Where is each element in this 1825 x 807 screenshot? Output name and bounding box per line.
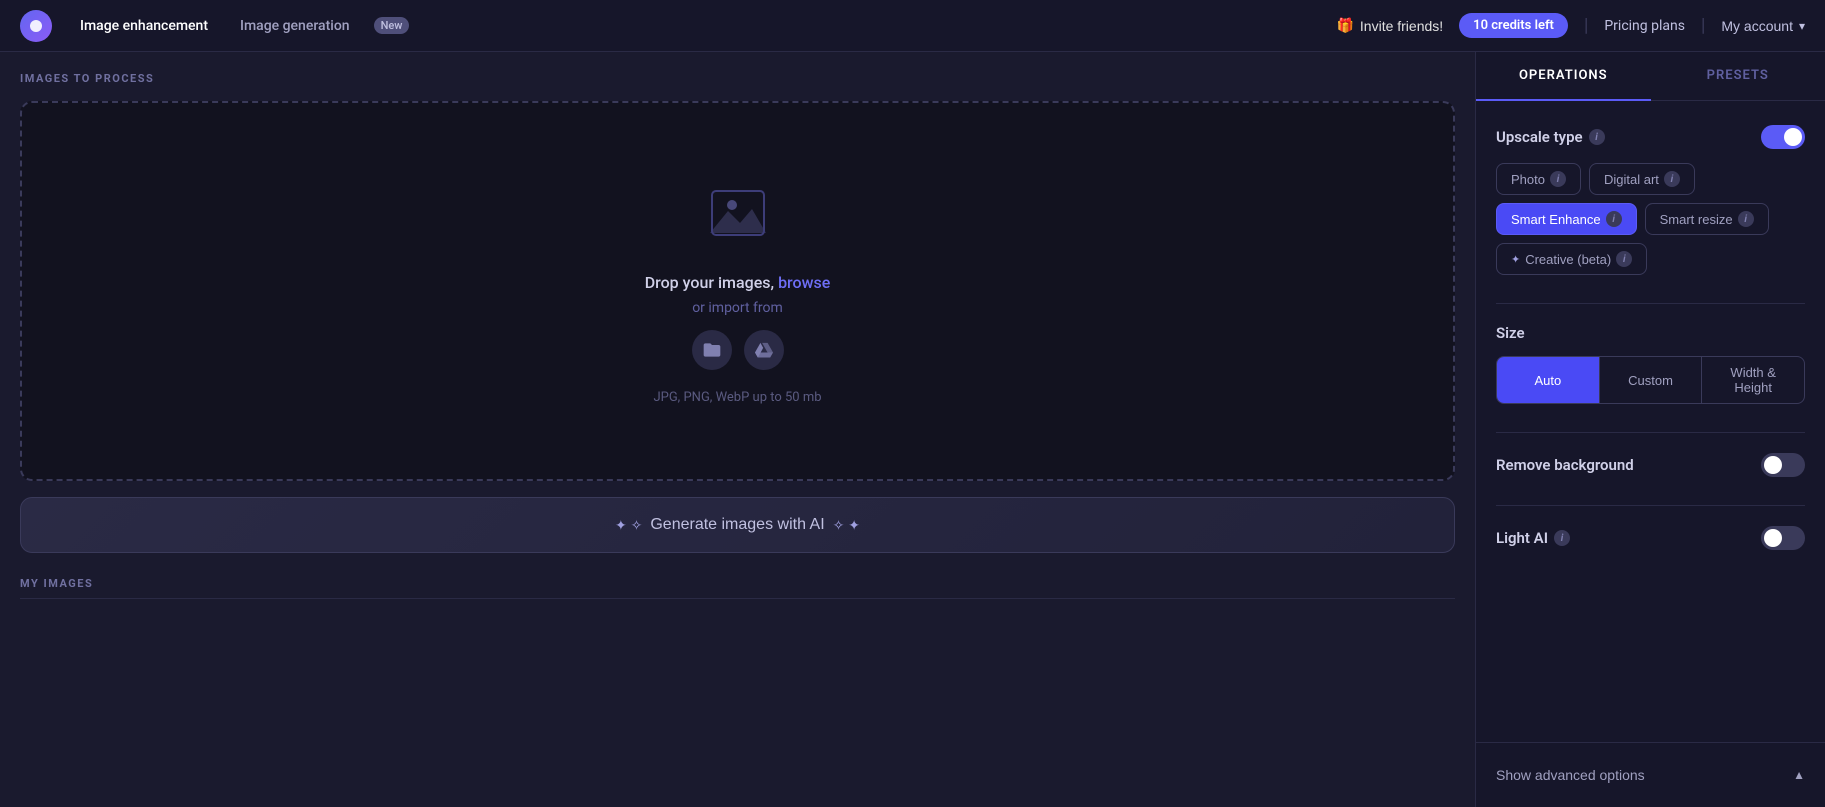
- panel-footer: Show advanced options ▲: [1476, 742, 1825, 807]
- import-drive-button[interactable]: [744, 330, 784, 370]
- pricing-link[interactable]: Pricing plans: [1604, 18, 1685, 34]
- import-folder-button[interactable]: [692, 330, 732, 370]
- upscale-type-toggle[interactable]: [1761, 125, 1805, 149]
- header: Image enhancement Image generation New 🎁…: [0, 0, 1825, 52]
- size-btn-custom[interactable]: Custom: [1599, 357, 1702, 403]
- photo-info-icon[interactable]: i: [1550, 171, 1566, 187]
- import-icons: [692, 330, 784, 370]
- header-right: 🎁 Invite friends! 10 credits left | Pric…: [1336, 13, 1805, 38]
- remove-background-header: Remove background: [1496, 453, 1805, 477]
- generate-label: Generate images with AI: [650, 516, 824, 534]
- tab-operations[interactable]: OPERATIONS: [1476, 52, 1651, 101]
- upscale-type-buttons: Photo i Digital art i Smart Enhance i Sm…: [1496, 163, 1805, 275]
- panel-tabs: OPERATIONS PRESETS: [1476, 52, 1825, 101]
- main-nav: Image enhancement Image generation New: [68, 12, 409, 40]
- remove-light-divider: [1496, 505, 1805, 506]
- type-btn-smart-enhance[interactable]: Smart Enhance i: [1496, 203, 1637, 235]
- left-panel: IMAGES TO PROCESS Drop your images, brow…: [0, 52, 1475, 807]
- my-images-title: MY IMAGES: [20, 577, 1455, 590]
- drop-image-icon: [702, 177, 774, 253]
- advanced-options-label: Show advanced options: [1496, 767, 1645, 783]
- photo-label: Photo: [1511, 172, 1545, 187]
- size-header: Size: [1496, 324, 1805, 342]
- nav-tab-image-generation[interactable]: Image generation: [228, 12, 362, 40]
- tab-presets[interactable]: PRESETS: [1651, 52, 1825, 101]
- upscale-type-label: Upscale type i: [1496, 128, 1605, 146]
- drop-zone[interactable]: Drop your images, browse or import from: [20, 101, 1455, 481]
- account-button[interactable]: My account ▾: [1721, 18, 1805, 34]
- account-label: My account: [1721, 18, 1793, 34]
- panel-content: Upscale type i Photo i Digital art i: [1476, 101, 1825, 742]
- invite-button[interactable]: 🎁 Invite friends!: [1336, 17, 1443, 34]
- creative-beta-label: Creative (beta): [1525, 252, 1611, 267]
- size-label: Size: [1496, 324, 1525, 342]
- chevron-down-icon: ▾: [1799, 19, 1805, 33]
- invite-emoji: 🎁: [1336, 17, 1353, 34]
- remove-background-section: Remove background: [1496, 453, 1805, 477]
- chevron-up-icon: ▲: [1793, 768, 1805, 782]
- sparkle-left-icon: ✦ ✧: [615, 517, 642, 534]
- sparkle-right-icon: ✧ ✦: [833, 517, 860, 534]
- browse-link[interactable]: browse: [778, 273, 830, 292]
- images-section-title: IMAGES TO PROCESS: [20, 72, 1455, 85]
- file-types-label: JPG, PNG, WebP up to 50 mb: [653, 390, 821, 405]
- remove-background-label: Remove background: [1496, 456, 1634, 474]
- light-ai-section: Light AI i: [1496, 526, 1805, 550]
- upscale-type-section: Upscale type i Photo i Digital art i: [1496, 125, 1805, 275]
- upscale-type-info-icon[interactable]: i: [1589, 129, 1605, 145]
- invite-label: Invite friends!: [1360, 18, 1443, 34]
- smart-resize-info-icon[interactable]: i: [1738, 211, 1754, 227]
- header-divider-2: |: [1701, 15, 1705, 36]
- type-btn-photo[interactable]: Photo i: [1496, 163, 1581, 195]
- new-badge: New: [374, 17, 410, 34]
- digital-art-info-icon[interactable]: i: [1664, 171, 1680, 187]
- credits-badge[interactable]: 10 credits left: [1459, 13, 1568, 38]
- creative-beta-info-icon[interactable]: i: [1616, 251, 1632, 267]
- digital-art-label: Digital art: [1604, 172, 1659, 187]
- remove-background-toggle[interactable]: [1761, 453, 1805, 477]
- logo: [20, 10, 52, 42]
- light-ai-info-icon[interactable]: i: [1554, 530, 1570, 546]
- type-btn-digital-art[interactable]: Digital art i: [1589, 163, 1695, 195]
- smart-enhance-label: Smart Enhance: [1511, 212, 1601, 227]
- smart-resize-label: Smart resize: [1660, 212, 1733, 227]
- right-panel: OPERATIONS PRESETS Upscale type i Photo …: [1475, 52, 1825, 807]
- size-btn-width-height[interactable]: Width & Height: [1701, 357, 1804, 403]
- generate-button[interactable]: ✦ ✧ Generate images with AI ✧ ✦: [20, 497, 1455, 553]
- import-text: or import from: [692, 300, 783, 316]
- upscale-size-divider: [1496, 303, 1805, 304]
- size-btn-auto[interactable]: Auto: [1497, 357, 1599, 403]
- logo-icon: [27, 17, 45, 35]
- advanced-options-button[interactable]: Show advanced options ▲: [1496, 759, 1805, 791]
- upscale-type-header: Upscale type i: [1496, 125, 1805, 149]
- light-ai-header: Light AI i: [1496, 526, 1805, 550]
- drop-text: Drop your images, browse: [645, 273, 831, 292]
- my-images-divider: [20, 598, 1455, 599]
- nav-tab-image-enhancement[interactable]: Image enhancement: [68, 12, 220, 40]
- type-btn-smart-resize[interactable]: Smart resize i: [1645, 203, 1769, 235]
- size-section: Size Auto Custom Width & Height: [1496, 324, 1805, 404]
- light-ai-toggle[interactable]: [1761, 526, 1805, 550]
- creative-sparkle-icon: ✦: [1511, 253, 1520, 266]
- size-buttons: Auto Custom Width & Height: [1496, 356, 1805, 404]
- size-remove-divider: [1496, 432, 1805, 433]
- main-layout: IMAGES TO PROCESS Drop your images, brow…: [0, 52, 1825, 807]
- type-btn-creative-beta[interactable]: ✦ Creative (beta) i: [1496, 243, 1647, 275]
- smart-enhance-info-icon[interactable]: i: [1606, 211, 1622, 227]
- header-divider: |: [1584, 15, 1588, 36]
- light-ai-label: Light AI i: [1496, 529, 1570, 547]
